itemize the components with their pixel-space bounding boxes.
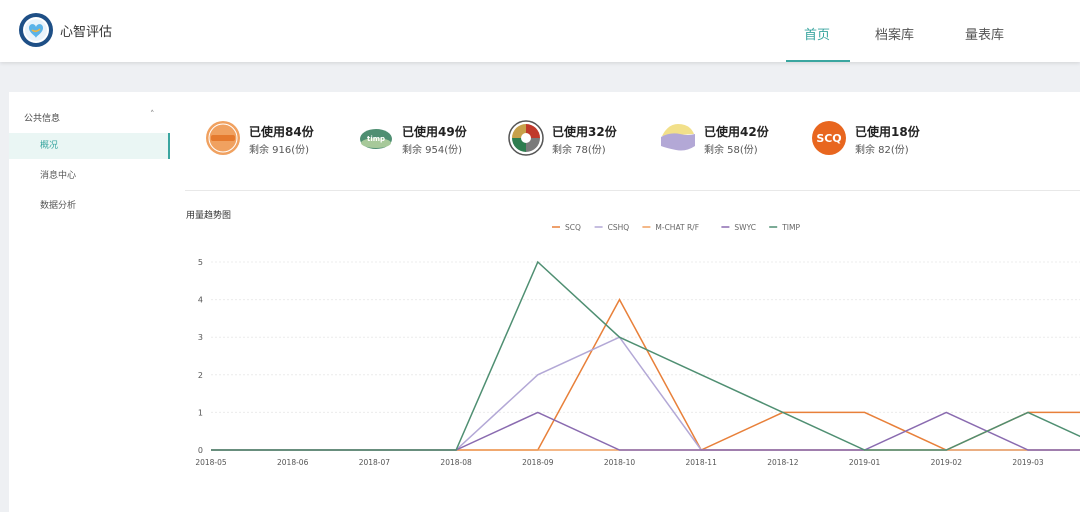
timp-icon-text: timp (367, 135, 385, 143)
x-tick-label: 2018-07 (359, 458, 391, 467)
x-tick-label: 2018-10 (604, 458, 636, 467)
stat-card-swyc: 已使用42份 剩余 58(份) (660, 92, 800, 182)
stat-remaining: 剩余 82(份) (855, 145, 909, 156)
nav-home[interactable]: 首页 (804, 24, 830, 43)
x-tick-label: 2019-01 (849, 458, 881, 467)
nav-archive[interactable]: 档案库 (875, 24, 914, 43)
legend-item: SWYC (734, 223, 756, 232)
app-title: 心智评估 (60, 25, 113, 40)
y-tick-label: 1 (198, 408, 203, 417)
y-tick-label: 3 (198, 333, 203, 342)
x-tick-label: 2018-05 (195, 458, 227, 467)
stat-remaining: 剩余 954(份) (402, 145, 463, 156)
x-tick-label: 2018-08 (440, 458, 472, 467)
y-tick-label: 2 (198, 371, 203, 380)
sidebar-item-data-analysis[interactable]: 数据分析 (9, 193, 170, 219)
x-tick-label: 2018-11 (686, 458, 718, 467)
legend-item: SCQ (565, 223, 581, 232)
timp-leaf-icon: timp (360, 129, 392, 149)
stat-card-cshq: 已使用32份 剩余 78(份) (508, 92, 648, 182)
sidebar-group-public-info[interactable]: 公共信息 (24, 111, 60, 124)
nav-scale-library[interactable]: 量表库 (965, 24, 1004, 43)
sidebar: 公共信息 ˄ 概况 消息中心 数据分析 (9, 92, 171, 512)
series-line-timp (211, 260, 1080, 451)
stat-used: 已使用42份 (704, 125, 769, 139)
scq-badge-icon: SCQ (812, 121, 846, 155)
m-chat-badge-icon (206, 121, 240, 155)
x-tick-label: 2019-03 (1012, 458, 1044, 467)
x-tick-label: 2018-12 (767, 458, 799, 467)
usage-trend-chart: 0 1 2 3 4 5 2018-05 2018-06 2018-07 2018-08 2018-0… (195, 223, 1080, 467)
stat-remaining: 剩余 916(份) (249, 145, 310, 156)
legend-item: TIMP (781, 223, 800, 232)
stat-remaining: 剩余 58(份) (704, 145, 758, 156)
nav-active-indicator (786, 60, 850, 62)
section-divider (185, 190, 1080, 191)
scq-icon-text: SCQ (816, 132, 841, 145)
series-line-scq (211, 298, 1080, 451)
stat-used: 已使用49份 (402, 125, 467, 139)
cshq-seal-icon (508, 120, 544, 156)
sidebar-item-message-center[interactable]: 消息中心 (9, 163, 170, 189)
x-tick-label: 2018-09 (522, 458, 554, 467)
series-line-cshq (211, 336, 1080, 451)
x-tick-label: 2019-02 (931, 458, 963, 467)
y-tick-label: 4 (198, 296, 203, 305)
chevron-up-icon[interactable]: ˄ (150, 110, 155, 120)
sidebar-item-overview[interactable]: 概况 (9, 133, 170, 159)
series-line-swyc (211, 411, 1080, 451)
legend-item: CSHQ (608, 223, 630, 232)
stat-card-scq: SCQ 已使用18份 剩余 82(份) (811, 92, 951, 182)
stat-used: 已使用32份 (552, 125, 617, 139)
stat-used: 已使用84份 (249, 125, 314, 139)
legend-item: M-CHAT R/F (655, 223, 699, 232)
y-tick-label: 5 (198, 258, 203, 267)
stat-card-mchat: 已使用84份 剩余 916(份) (205, 92, 345, 182)
stat-card-timp: timp 已使用49份 剩余 954(份) (358, 92, 498, 182)
stat-remaining: 剩余 78(份) (552, 145, 606, 156)
top-bar: 心智评估 首页 档案库 量表库 (0, 0, 1080, 62)
swyc-wave-icon (661, 124, 695, 151)
stat-used: 已使用18份 (855, 125, 920, 139)
brand-logo-icon[interactable] (18, 12, 54, 48)
x-tick-label: 2018-06 (277, 458, 309, 467)
y-tick-label: 0 (198, 446, 203, 455)
main-panel: 已使用84份 剩余 916(份) timp 已使用49份 剩余 954(份) 已… (170, 92, 1080, 512)
